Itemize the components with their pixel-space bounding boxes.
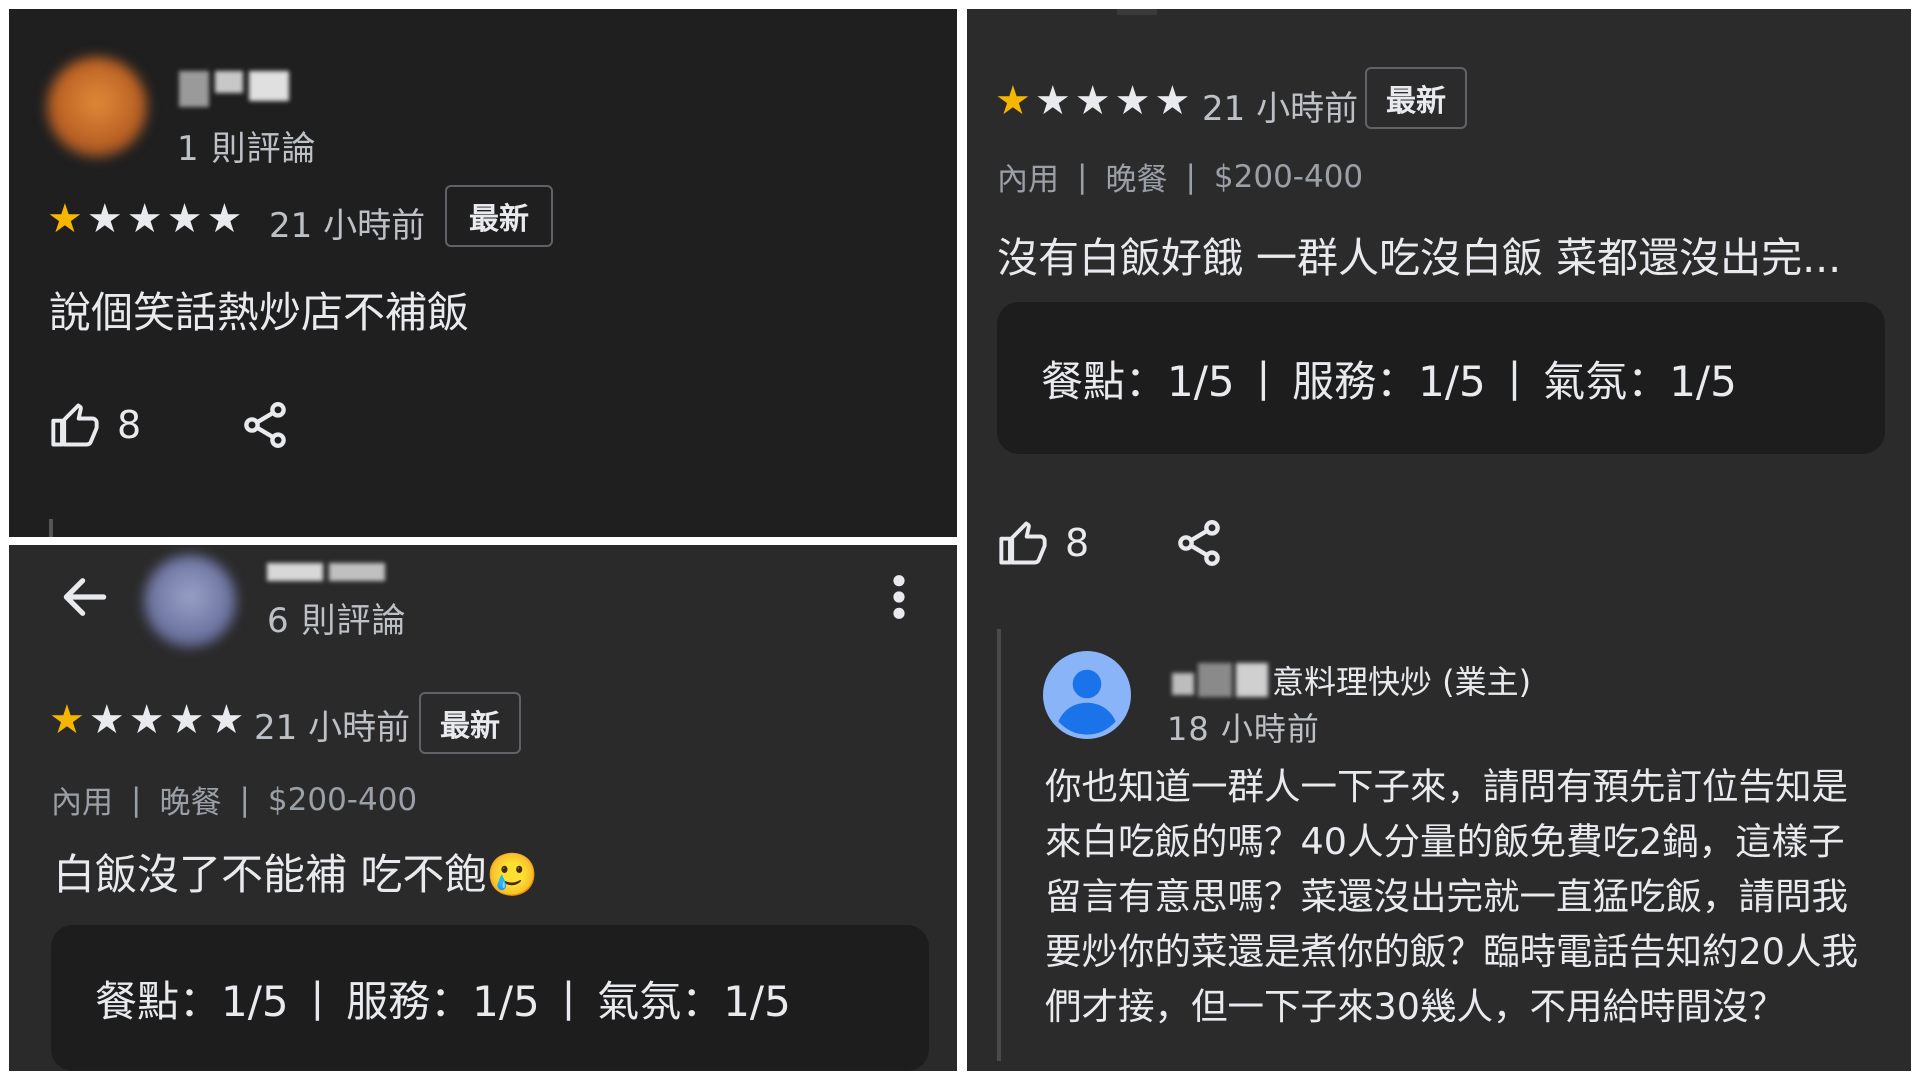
- star-rating: ★ ★ ★ ★ ★: [49, 700, 244, 740]
- review-text: 白飯沒了不能補 吃不飽🥲: [53, 841, 539, 902]
- rating-breakdown: 餐點：1/5 | 服務：1/5 | 氣氛：1/5: [51, 925, 929, 1071]
- visit-meta: 內用 | 晚餐 | $200-400: [51, 777, 417, 822]
- scroll-indicator: [1117, 9, 1157, 15]
- star-filled-icon: ★: [47, 196, 83, 242]
- crying-smile-emoji: 🥲: [486, 850, 539, 899]
- star-empty-icon: ★: [166, 196, 203, 242]
- thumb-up-icon: [999, 521, 1047, 565]
- reply-line: 們才接，但一下子來30幾人，不用給時間沒？: [1045, 985, 1785, 1028]
- like-button[interactable]: 8: [49, 399, 141, 451]
- owner-name[interactable]: 意料理快炒 (業主): [1172, 657, 1531, 703]
- owner-name-redacted: [1172, 663, 1268, 697]
- review-text[interactable]: 沒有白飯好餓 一群人吃沒白飯 菜都還沒出完...: [997, 224, 1841, 284]
- share-button[interactable]: [239, 399, 291, 451]
- meta-meal: 晚餐: [159, 785, 222, 821]
- reviewer-name-redacted[interactable]: [179, 71, 289, 107]
- star-rating: ★ ★ ★ ★ ★: [995, 81, 1190, 121]
- meta-dine-in: 內用: [997, 162, 1059, 198]
- star-empty-icon: ★: [1034, 78, 1071, 124]
- owner-name-text: 意料理快炒 (業主): [1272, 663, 1532, 701]
- atmosphere-rating: 氣氛：1/5: [1543, 356, 1737, 406]
- reply-line: 留言有意思嗎？菜還沒出完就一直猛吃飯，請問我: [1045, 875, 1848, 918]
- meta-price: $200-400: [1213, 158, 1364, 195]
- meta-meal: 晚餐: [1105, 162, 1168, 198]
- meta-dine-in: 內用: [51, 785, 113, 821]
- reply-line: 要炒你的菜還是煮你的飯？臨時電話告知約20人我: [1045, 930, 1858, 973]
- reply-line: 你也知道一群人一下子來，請問有預先訂位告知是: [1045, 765, 1848, 808]
- reply-line: 來白吃飯的嗎？40人分量的飯免費吃2鍋，這樣子: [1045, 820, 1845, 863]
- review-time: 21 小時前: [1202, 89, 1359, 129]
- more-vert-icon: [893, 575, 905, 619]
- star-empty-icon: ★: [208, 697, 245, 743]
- review-text-body: 白飯沒了不能補 吃不飽: [53, 850, 487, 899]
- food-rating: 餐點：1/5: [95, 976, 289, 1026]
- divider-tick: [49, 519, 53, 537]
- star-empty-icon: ★: [168, 697, 205, 743]
- star-empty-icon: ★: [88, 697, 125, 743]
- service-rating: 服務：1/5: [346, 976, 540, 1026]
- like-button[interactable]: 8: [997, 517, 1089, 569]
- owner-reply-text: 你也知道一群人一下子來，請問有預先訂位告知是 來白吃飯的嗎？40人分量的飯免費吃…: [1045, 759, 1905, 1034]
- share-button[interactable]: [1173, 517, 1225, 569]
- star-empty-icon: ★: [206, 196, 243, 242]
- more-options-button[interactable]: [887, 569, 911, 629]
- visit-meta: 內用 | 晚餐 | $200-400: [997, 154, 1363, 199]
- review-time: 21 小時前: [269, 206, 426, 246]
- like-count: 8: [117, 403, 142, 447]
- rating-breakdown: 餐點：1/5 | 服務：1/5 | 氣氛：1/5: [997, 302, 1885, 454]
- star-empty-icon: ★: [86, 196, 123, 242]
- atmosphere-rating: 氣氛：1/5: [597, 976, 791, 1026]
- star-empty-icon: ★: [1074, 78, 1111, 124]
- reviewer-avatar[interactable]: [144, 555, 236, 647]
- meta-price: $200-400: [267, 781, 418, 818]
- thumb-up-icon: [51, 403, 99, 447]
- like-count: 8: [1065, 521, 1090, 565]
- reviewer-avatar[interactable]: [47, 57, 147, 157]
- review-time: 21 小時前: [254, 708, 411, 748]
- food-rating: 餐點：1/5: [1041, 356, 1235, 406]
- default-avatar-icon: [1043, 651, 1131, 739]
- star-empty-icon: ★: [126, 196, 163, 242]
- review-text: 說個笑話熱炒店不補飯: [49, 288, 470, 337]
- star-empty-icon: ★: [128, 697, 165, 743]
- owner-reply-time: 18 小時前: [1167, 710, 1320, 748]
- newest-badge: 最新: [419, 692, 521, 754]
- share-icon: [1178, 520, 1220, 566]
- review-panel-2: 6 則評論 ★ ★ ★ ★ ★ 21 小時前 最新 內用 | 晚餐 | $200…: [9, 545, 957, 1071]
- review-panel-3: ★ ★ ★ ★ ★ 21 小時前 最新 內用 | 晚餐 | $200-400 沒…: [967, 9, 1911, 1071]
- review-count: 6 則評論: [267, 601, 407, 641]
- review-count: 1 則評論: [177, 129, 317, 169]
- back-arrow-icon: [63, 578, 107, 616]
- service-rating: 服務：1/5: [1292, 356, 1486, 406]
- owner-avatar[interactable]: [1043, 651, 1131, 743]
- star-filled-icon: ★: [49, 697, 85, 743]
- star-rating: ★ ★ ★ ★ ★: [47, 199, 242, 239]
- back-button[interactable]: [57, 569, 113, 629]
- owner-reply-bar: [997, 629, 1001, 1061]
- review-panel-1: 1 則評論 ★ ★ ★ ★ ★ 21 小時前 最新 說個笑話熱炒店不補飯 8: [9, 9, 957, 537]
- newest-badge: 最新: [1365, 67, 1467, 129]
- star-filled-icon: ★: [995, 78, 1031, 124]
- share-icon: [244, 402, 286, 448]
- newest-badge: 最新: [445, 185, 553, 247]
- star-empty-icon: ★: [1154, 78, 1191, 124]
- star-empty-icon: ★: [1114, 78, 1151, 124]
- reviewer-name-redacted[interactable]: [267, 563, 385, 581]
